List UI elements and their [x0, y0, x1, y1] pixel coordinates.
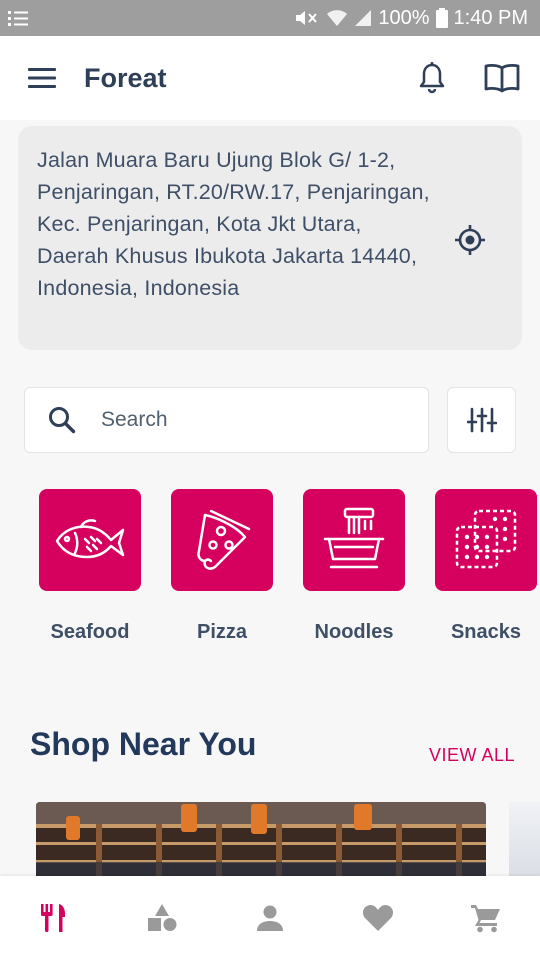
signal-icon — [354, 9, 372, 27]
restaurant-photo — [36, 802, 486, 882]
filter-button[interactable] — [447, 387, 516, 453]
category-snacks[interactable]: Snacks — [435, 489, 537, 644]
address-text: Jalan Muara Baru Ujung Blok G/ 1-2, Penj… — [37, 148, 430, 300]
category-label: Pizza — [196, 621, 248, 643]
shop-card-image[interactable] — [36, 802, 486, 882]
heart-icon — [362, 905, 394, 931]
category-tile — [171, 489, 273, 591]
menu-button[interactable] — [26, 62, 58, 94]
category-label: Noodles — [314, 621, 394, 643]
category-tile — [435, 489, 537, 591]
search-icon — [49, 407, 76, 434]
battery-level: 100% — [378, 6, 430, 29]
fish-icon — [55, 519, 125, 559]
battery-icon — [435, 8, 448, 28]
nav-categories[interactable] — [132, 888, 192, 948]
shop-card-image-next[interactable] — [509, 802, 540, 882]
open-book-icon — [484, 64, 520, 93]
pizza-icon — [197, 509, 251, 570]
category-pizza[interactable]: Pizza — [171, 489, 273, 644]
category-label: Snacks — [450, 621, 522, 643]
notifications-button[interactable] — [412, 58, 452, 98]
shapes-icon — [148, 904, 177, 931]
orders-book-button[interactable] — [482, 58, 522, 98]
current-location-button[interactable] — [454, 224, 486, 256]
category-noodles[interactable]: Noodles — [303, 489, 405, 644]
search-input[interactable] — [99, 407, 383, 433]
view-all-link[interactable]: VIEW ALL — [429, 745, 515, 766]
crackers-icon — [455, 509, 517, 569]
mute-icon — [294, 8, 320, 28]
nav-favorites[interactable] — [348, 888, 408, 948]
shop-near-you-heading: Shop Near You — [30, 726, 257, 762]
hamburger-menu-icon — [28, 68, 56, 88]
notification-list-icon — [8, 9, 30, 27]
restaurant-icon — [41, 904, 65, 932]
sliders-filter-icon — [466, 407, 497, 433]
cart-icon — [471, 905, 500, 933]
bottom-navigation — [0, 876, 540, 960]
nav-cart[interactable] — [456, 888, 516, 948]
app-bar: Foreat — [0, 36, 540, 120]
person-icon — [257, 905, 283, 931]
nav-profile[interactable] — [240, 888, 300, 948]
category-tile — [39, 489, 141, 591]
wifi-icon — [326, 8, 348, 28]
gps-target-icon — [455, 225, 485, 255]
nav-restaurants[interactable] — [24, 888, 84, 948]
category-seafood[interactable]: Seafood — [39, 489, 141, 644]
delivery-address-card[interactable]: Jalan Muara Baru Ujung Blok G/ 1-2, Penj… — [18, 126, 522, 350]
category-label: Seafood — [50, 621, 130, 643]
clock: 1:40 PM — [453, 6, 528, 29]
app-title: Foreat — [84, 62, 167, 93]
noodles-icon — [323, 507, 385, 569]
status-bar: 100% 1:40 PM — [0, 0, 540, 36]
search-bar[interactable] — [24, 387, 429, 453]
bell-icon — [419, 62, 445, 94]
category-tile — [303, 489, 405, 591]
